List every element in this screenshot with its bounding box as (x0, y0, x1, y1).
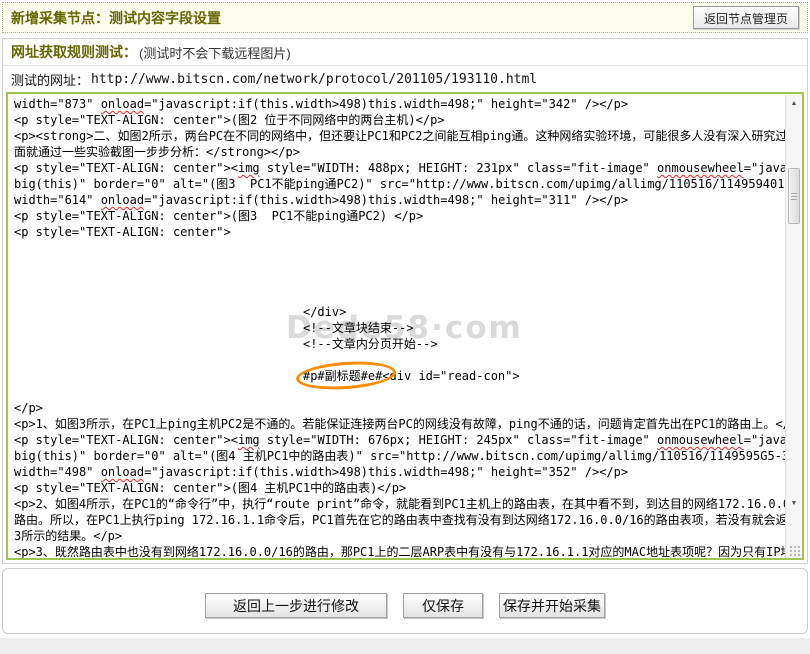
code-line: 3所示的结果。</p> (14, 528, 785, 544)
code-line: <p>3、既然路由表中也没有到网络172.16.0.0/16的路由，那PC1上的… (14, 544, 785, 558)
back-previous-step-button[interactable]: 返回上一步进行修改 (205, 593, 387, 618)
code-line (14, 288, 785, 304)
code-line: width="873" onload="javascript:if(this.w… (14, 96, 785, 112)
collection-node-test-page: 新增采集节点：测试内容字段设置 返回节点管理页 网址获取规则测试： (测试时不会… (0, 2, 810, 654)
code-line: <p>2、如图4所示，在PC1的“命令行”中，执行“route print”命令… (14, 496, 785, 512)
scroll-up-icon[interactable]: ▲ (786, 96, 802, 112)
code-line: <!--文章内分页开始--> (14, 336, 785, 352)
code-line: <p>1、如图3所示，在PC1上ping主机PC2是不通的。若能保证连接两台PC… (14, 416, 785, 432)
code-line: <p><strong>二、如图2所示，两台PC在不同的网络中，但还要让PC1和P… (14, 128, 785, 144)
content-source-textarea[interactable]: Dede58·com width="873" onload="javascrip… (6, 92, 804, 560)
test-url-value: http://www.bitscn.com/network/protocol/2… (91, 72, 537, 87)
rule-test-bar: 网址获取规则测试： (测试时不会下载远程图片) (3, 39, 807, 66)
code-line (14, 272, 785, 288)
code-line: <p style="TEXT-ALIGN: center">(图2 位于不同网络… (14, 112, 785, 128)
code-line: width="614" onload="javascript:if(this.w… (14, 192, 785, 208)
code-line: <p style="TEXT-ALIGN: center"> (14, 224, 785, 240)
save-and-start-collect-button[interactable]: 保存并开始采集 (499, 593, 605, 618)
code-line (14, 240, 785, 256)
resize-grip-icon[interactable] (789, 545, 800, 556)
test-url-label: 测试的网址： (11, 70, 89, 89)
textarea-scrollbar[interactable]: ▲ ▼ (785, 94, 802, 558)
scroll-down-icon[interactable]: ▼ (786, 496, 802, 512)
code-line: 面就通过一些实验截图一步步分析：</strong></p> (14, 144, 785, 160)
code-line: <!--文章块结束--> (14, 320, 785, 336)
back-to-node-management-button[interactable]: 返回节点管理页 (693, 6, 799, 29)
page-title: 新增采集节点：测试内容字段设置 (11, 8, 221, 28)
code-line: </p> (14, 400, 785, 416)
scrollbar-thumb[interactable] (788, 168, 800, 224)
code-line: <p style="TEXT-ALIGN: center"><img style… (14, 160, 785, 176)
code-line (14, 384, 785, 400)
rule-test-label: 网址获取规则测试： (11, 42, 137, 62)
code-line: #p#副标题#e#<div id="read-con"> (14, 368, 785, 384)
page-header: 新增采集节点：测试内容字段设置 返回节点管理页 (2, 2, 808, 33)
action-panel: 返回上一步进行修改 仅保存 保存并开始采集 (2, 568, 808, 634)
save-only-button[interactable]: 仅保存 (403, 593, 483, 618)
html-source-content: width="873" onload="javascript:if(this.w… (8, 94, 785, 558)
code-line: <p style="TEXT-ALIGN: center"><img style… (14, 432, 785, 448)
code-line: big(this)" border="0" alt="(图4 主机PC1中的路由… (14, 448, 785, 464)
code-line: <p style="TEXT-ALIGN: center">(图4 主机PC1中… (14, 480, 785, 496)
code-line: <p style="TEXT-ALIGN: center">(图3 PC1不能p… (14, 208, 785, 224)
test-url-bar: 测试的网址： http://www.bitscn.com/network/pro… (3, 66, 807, 92)
test-result-container: 网址获取规则测试： (测试时不会下载远程图片) 测试的网址： http://ww… (2, 38, 808, 564)
code-line: width="498" onload="javascript:if(this.w… (14, 464, 785, 480)
rule-test-note: (测试时不会下载远程图片) (139, 43, 291, 62)
code-line: big(this)" border="0" alt="(图3 PC1不能ping… (14, 176, 785, 192)
code-line (14, 352, 785, 368)
code-line: </div> (14, 304, 785, 320)
code-line: 路由。所以，在PC1上执行ping 172.16.1.1命令后，PC1首先在它的… (14, 512, 785, 528)
code-line (14, 256, 785, 272)
